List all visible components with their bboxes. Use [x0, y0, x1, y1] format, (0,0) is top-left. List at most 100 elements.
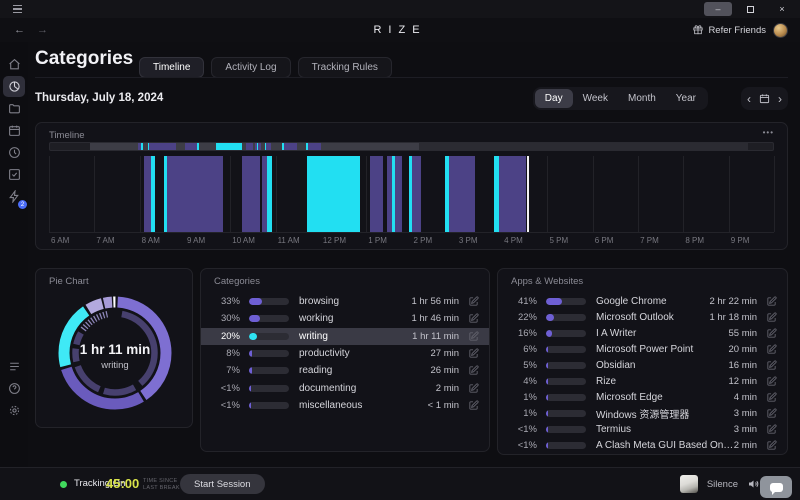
- range-selector: Day Week Month Year: [533, 87, 708, 110]
- close-button[interactable]: ×: [768, 2, 796, 16]
- usage-row[interactable]: 7% reading 26 min: [201, 362, 489, 379]
- page-title: Categories: [35, 48, 133, 70]
- usage-duration: 20 min: [728, 344, 757, 355]
- timeline-segment[interactable]: [151, 156, 156, 232]
- usage-row[interactable]: 8% productivity 27 min: [201, 345, 489, 362]
- edit-icon[interactable]: [766, 392, 777, 403]
- timeline-overview-scrollbar[interactable]: [49, 142, 774, 151]
- timeline-segment[interactable]: [370, 156, 383, 232]
- usage-row[interactable]: <1% miscellaneous < 1 min: [201, 397, 489, 414]
- edit-icon[interactable]: [468, 313, 479, 324]
- usage-duration: 27 min: [430, 348, 459, 359]
- range-week-button[interactable]: Week: [573, 89, 618, 108]
- edit-icon[interactable]: [468, 400, 479, 411]
- edit-icon[interactable]: [766, 376, 777, 387]
- timeline-segment[interactable]: [395, 156, 401, 232]
- sidebar-item-sessions[interactable]: [3, 142, 25, 163]
- usage-row[interactable]: <1% documenting 2 min: [201, 379, 489, 396]
- edit-icon[interactable]: [766, 328, 777, 339]
- usage-row[interactable]: 20% writing 1 hr 11 min: [201, 328, 489, 345]
- tab-tracking-rules[interactable]: Tracking Rules: [298, 57, 392, 78]
- usage-label: productivity: [299, 348, 430, 359]
- usage-percent: 41%: [511, 296, 537, 307]
- usage-percent: 20%: [214, 331, 240, 342]
- timeline-segment[interactable]: [499, 156, 526, 232]
- usage-label: Windows 资源管理器: [596, 406, 734, 421]
- range-day-button[interactable]: Day: [535, 89, 573, 108]
- usage-duration: 2 min: [436, 383, 459, 394]
- edit-icon[interactable]: [766, 408, 777, 419]
- usage-row[interactable]: 41% Google Chrome 2 hr 22 min: [498, 293, 787, 309]
- prev-day-button[interactable]: ‹: [747, 93, 751, 105]
- timeline-segment[interactable]: [242, 156, 260, 232]
- hour-gridline: [593, 156, 594, 232]
- usage-row[interactable]: 4% Rize 12 min: [498, 373, 787, 389]
- sidebar-item-tasks[interactable]: [3, 164, 25, 185]
- timeline-panel: Timeline ••• 6 AM7 AM8 AM9 AM10 AM11 AM1…: [35, 122, 788, 250]
- timeline-segment[interactable]: [449, 156, 475, 232]
- chat-launcher-button[interactable]: [760, 476, 792, 498]
- edit-icon[interactable]: [468, 331, 479, 342]
- usage-bar: [546, 330, 586, 337]
- timeline-segment[interactable]: [412, 156, 422, 232]
- next-day-button[interactable]: ›: [778, 93, 782, 105]
- usage-row[interactable]: 1% Microsoft Edge 4 min: [498, 389, 787, 405]
- sidebar-item-categories[interactable]: [3, 76, 25, 97]
- usage-percent: <1%: [214, 400, 240, 411]
- maximize-button[interactable]: [736, 2, 764, 16]
- usage-duration: 3 min: [734, 408, 757, 419]
- edit-icon[interactable]: [468, 365, 479, 376]
- sidebar-item-help[interactable]: [3, 378, 25, 399]
- sidebar: 2: [0, 42, 28, 467]
- usage-row[interactable]: 6% Microsoft Power Point 20 min: [498, 341, 787, 357]
- usage-percent: <1%: [511, 440, 537, 451]
- usage-label: writing: [299, 331, 412, 342]
- usage-row[interactable]: 5% Obsidian 16 min: [498, 357, 787, 373]
- start-session-button[interactable]: Start Session: [180, 474, 265, 494]
- sidebar-item-home[interactable]: [3, 54, 25, 75]
- hour-label: 6 AM: [51, 236, 69, 245]
- usage-row[interactable]: 33% browsing 1 hr 56 min: [201, 293, 489, 310]
- usage-bar: [546, 442, 586, 449]
- tab-activity-log[interactable]: Activity Log: [211, 57, 290, 78]
- range-month-button[interactable]: Month: [618, 89, 666, 108]
- edit-icon[interactable]: [766, 296, 777, 307]
- overview-segment: [185, 143, 193, 150]
- user-avatar[interactable]: [773, 23, 788, 38]
- edit-icon[interactable]: [766, 312, 777, 323]
- speaker-icon[interactable]: [748, 478, 760, 490]
- edit-icon[interactable]: [468, 296, 479, 307]
- tab-timeline[interactable]: Timeline: [139, 57, 204, 78]
- refer-friends-button[interactable]: Refer Friends: [693, 25, 766, 36]
- minimize-button[interactable]: –: [704, 2, 732, 16]
- edit-icon[interactable]: [766, 424, 777, 435]
- usage-row[interactable]: 22% Microsoft Outlook 1 hr 18 min: [498, 309, 787, 325]
- usage-percent: 8%: [214, 348, 240, 359]
- usage-row[interactable]: <1% Termius 3 min: [498, 421, 787, 437]
- usage-percent: <1%: [214, 383, 240, 394]
- usage-row[interactable]: 30% working 1 hr 46 min: [201, 310, 489, 327]
- hour-gridline: [683, 156, 684, 232]
- edit-icon[interactable]: [766, 440, 777, 451]
- sidebar-item-projects[interactable]: [3, 98, 25, 119]
- timeline-segment[interactable]: [267, 156, 272, 232]
- calendar-picker-icon[interactable]: [759, 93, 770, 104]
- usage-row[interactable]: 16% I A Writer 55 min: [498, 325, 787, 341]
- timeline-segment[interactable]: [167, 156, 224, 232]
- media-artwork[interactable]: [680, 475, 698, 493]
- edit-icon[interactable]: [468, 348, 479, 359]
- hamburger-menu-icon[interactable]: [13, 5, 22, 13]
- usage-bar-fill: [546, 330, 552, 337]
- timeline-menu-icon[interactable]: •••: [763, 128, 774, 137]
- sidebar-item-settings[interactable]: [3, 400, 25, 421]
- range-year-button[interactable]: Year: [666, 89, 706, 108]
- sidebar-item-calendar[interactable]: [3, 120, 25, 141]
- timeline-segment[interactable]: [307, 156, 360, 232]
- sidebar-item-energy[interactable]: 2: [3, 186, 25, 207]
- usage-row[interactable]: <1% A Clash Meta GUI Based On Ta... 2 mi…: [498, 437, 787, 453]
- edit-icon[interactable]: [766, 344, 777, 355]
- sidebar-item-menu[interactable]: [3, 356, 25, 377]
- edit-icon[interactable]: [766, 360, 777, 371]
- usage-row[interactable]: 1% Windows 资源管理器 3 min: [498, 405, 787, 421]
- edit-icon[interactable]: [468, 383, 479, 394]
